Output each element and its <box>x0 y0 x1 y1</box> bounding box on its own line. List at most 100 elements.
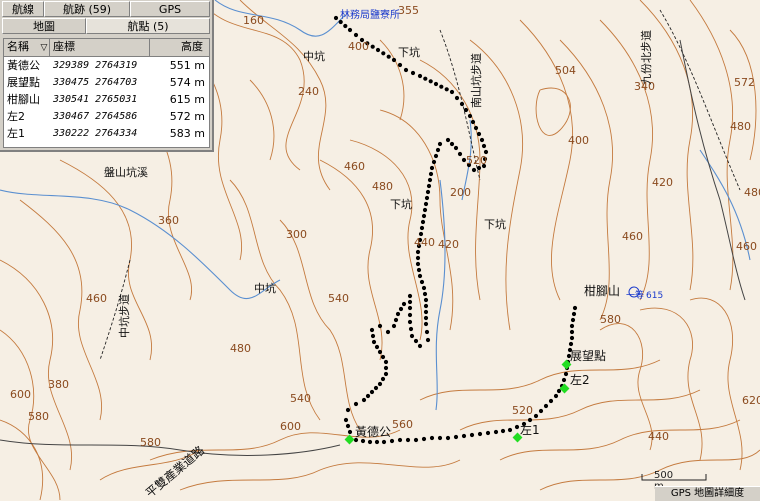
track-point <box>571 311 577 317</box>
track-point <box>569 329 575 335</box>
track-point <box>426 183 432 189</box>
contour-label: 560 <box>392 418 413 431</box>
col-alt-header[interactable]: 高度 <box>150 39 209 56</box>
waypoint-row[interactable]: 黃德公 329389 2764319 551 m <box>4 57 209 74</box>
track-point <box>445 137 451 143</box>
track-point <box>417 73 423 79</box>
track-point <box>435 147 441 153</box>
track-point <box>423 76 428 81</box>
peak-alt-label: 615 <box>646 291 663 301</box>
waypoint-label: 黃德公 <box>355 424 391 439</box>
track-point <box>407 293 413 299</box>
track-point <box>477 431 483 437</box>
waypoint-row[interactable]: 柑腳山 330541 2765031 615 m <box>4 91 209 108</box>
contour-label: 580 <box>140 436 161 449</box>
contour-label: 380 <box>48 378 69 391</box>
track-point <box>383 371 389 377</box>
waypoint-alt: 551 m <box>169 59 205 72</box>
track-point <box>428 79 433 84</box>
track-point <box>568 341 574 347</box>
col-coord-header[interactable]: 座標 <box>50 39 150 56</box>
track-point <box>420 219 426 225</box>
track-point <box>381 439 387 445</box>
contour-label: 480 <box>372 180 393 193</box>
track-point <box>427 177 433 183</box>
track-point <box>343 23 348 29</box>
track-point <box>437 435 443 441</box>
track-point <box>347 429 353 435</box>
tab-gps[interactable]: GPS <box>130 1 210 17</box>
track-point <box>374 344 380 350</box>
track-point <box>453 145 459 151</box>
track-point <box>413 437 419 443</box>
waypoint-row[interactable]: 展望點 330475 2764703 574 m <box>4 74 209 91</box>
track-point <box>371 339 377 345</box>
waypoint-coord: 329389 2764319 <box>53 60 138 71</box>
track-point <box>361 397 367 403</box>
track-point <box>407 305 413 311</box>
track-point <box>381 51 386 56</box>
waypoint-label: 展望點 <box>570 349 606 363</box>
contour-label: 580 <box>600 313 621 326</box>
scale-bar-graphic <box>641 474 707 481</box>
track-point <box>543 403 549 409</box>
track-point <box>467 113 473 119</box>
track-point <box>424 195 430 201</box>
contour-label: 355 <box>398 4 419 17</box>
tab-tracks[interactable]: 航跡 (59) <box>44 1 130 17</box>
track-point <box>553 393 559 399</box>
track-point <box>391 57 397 63</box>
track-point <box>433 153 439 159</box>
track-point <box>423 309 429 315</box>
list-rows: 黃德公 329389 2764319 551 m 展望點 330475 2764703 5… <box>4 57 209 142</box>
contour-label: 400 <box>348 40 369 53</box>
contour-label: 600 <box>10 388 31 401</box>
track-point <box>403 67 409 73</box>
track-point <box>360 438 366 444</box>
contour-label: 600 <box>280 420 301 433</box>
contour-label: 440 <box>648 430 669 443</box>
panshan-label: 盤山坑溪 <box>104 165 148 179</box>
track-point <box>410 70 416 76</box>
contour-label: 480 <box>744 186 760 199</box>
tab-waypoints[interactable]: 航點 (5) <box>86 18 210 34</box>
track-point <box>429 435 435 441</box>
waypoint-coord: 330475 2764703 <box>53 77 138 88</box>
zhongkeng-label: 中坑 <box>254 281 276 295</box>
contour-label: 400 <box>568 134 589 147</box>
tab-row-bottom: 地圖 航點 (5) <box>2 18 210 34</box>
contour-label: 520 <box>466 154 487 167</box>
waypoint-row[interactable]: 左2 330467 2764586 572 m <box>4 108 209 125</box>
contour-label: 160 <box>243 14 264 27</box>
track-point <box>471 167 477 173</box>
track-point <box>449 89 455 95</box>
track-point <box>423 321 429 327</box>
tab-map[interactable]: 地圖 <box>2 18 86 34</box>
waypoint-row[interactable]: 左1 330222 2764334 583 m <box>4 125 209 142</box>
contour-label: 520 <box>512 404 533 417</box>
track-point <box>437 141 443 147</box>
track-point <box>353 32 359 38</box>
track-point <box>445 435 451 441</box>
tab-routes[interactable]: 航線 <box>2 1 44 17</box>
track-point <box>569 323 575 329</box>
track-point <box>385 329 391 335</box>
track-point <box>454 95 460 101</box>
track-point <box>423 303 429 309</box>
track-point <box>416 267 422 273</box>
col-name-header[interactable]: 名稱 ▽ <box>4 39 50 56</box>
track-point <box>377 381 383 387</box>
contour-label: 540 <box>328 292 349 305</box>
track-point <box>481 143 487 149</box>
track-point <box>413 338 419 344</box>
track-point <box>374 439 380 445</box>
track-point <box>563 371 569 377</box>
track-point <box>422 207 428 213</box>
track-point <box>422 291 428 297</box>
track-point <box>343 417 349 423</box>
waypoint-alt: 572 m <box>169 110 205 123</box>
waypoint-name: 黃德公 <box>7 59 40 72</box>
track-point <box>389 438 395 444</box>
waypoint-list[interactable]: 名稱 ▽ 座標 高度 黃德公 329389 2764319 551 m 展望點 3304… <box>3 38 210 148</box>
track-point <box>397 62 403 68</box>
